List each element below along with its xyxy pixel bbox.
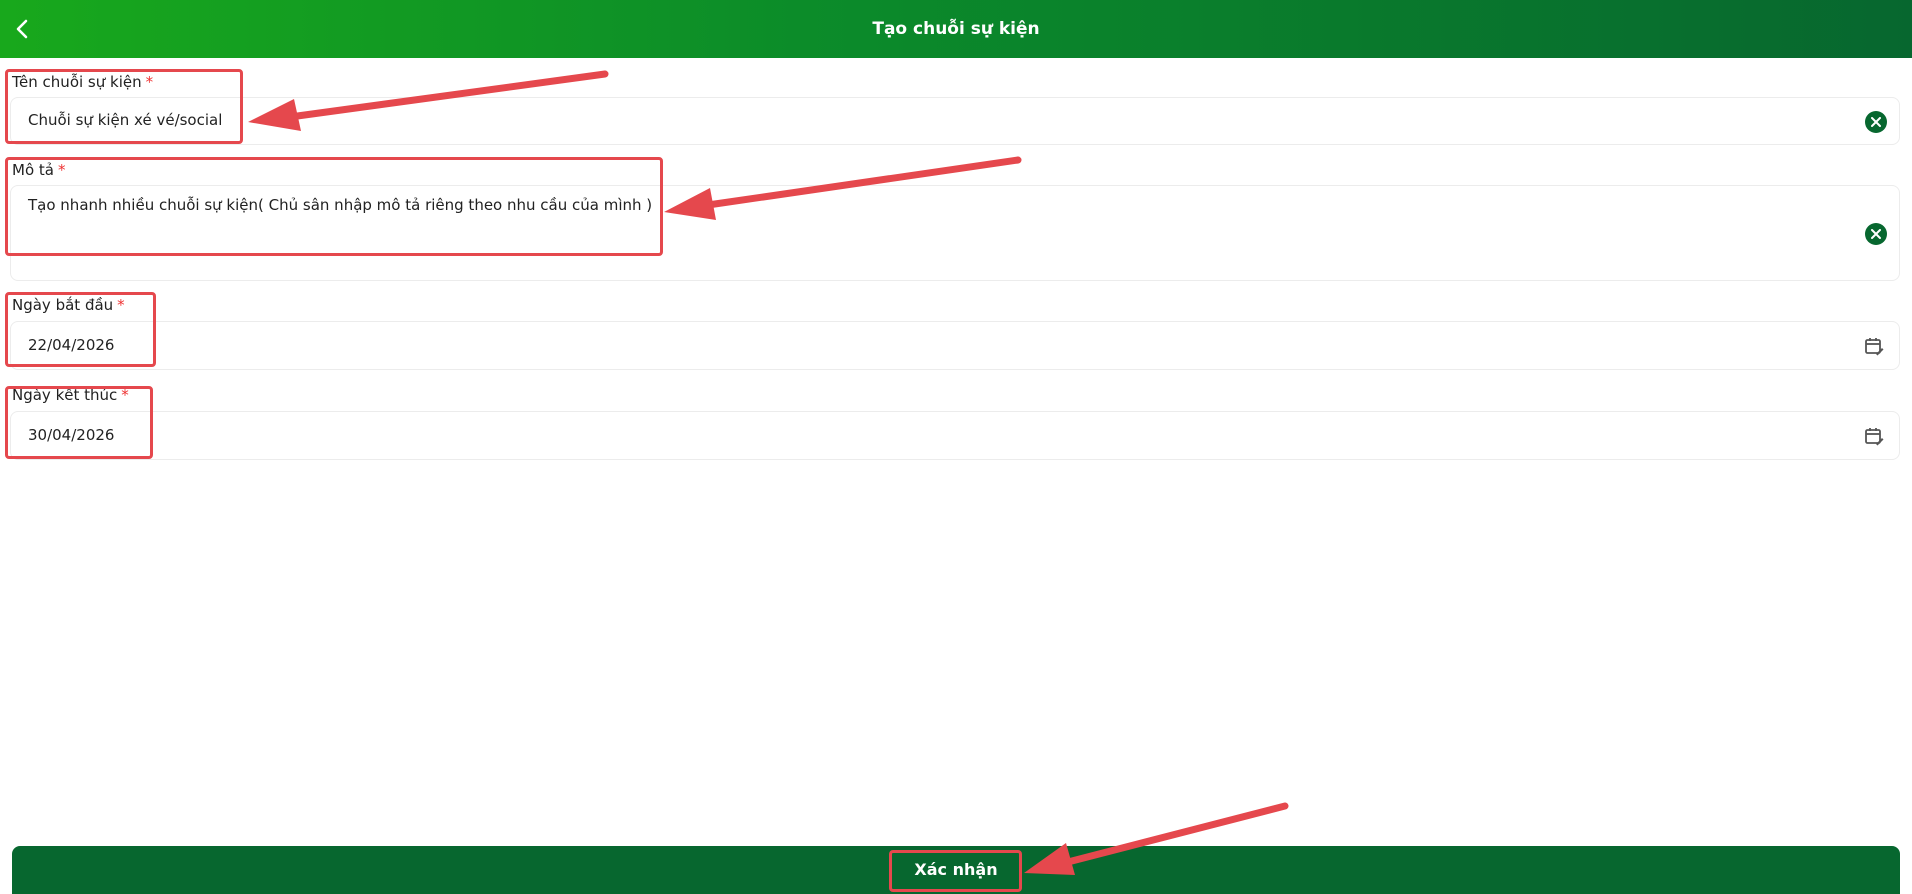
annotation-arrow [248, 70, 609, 131]
annotation-arrow [1024, 802, 1289, 875]
annotation-arrows [248, 70, 1289, 875]
annotation-arrow [664, 156, 1022, 220]
